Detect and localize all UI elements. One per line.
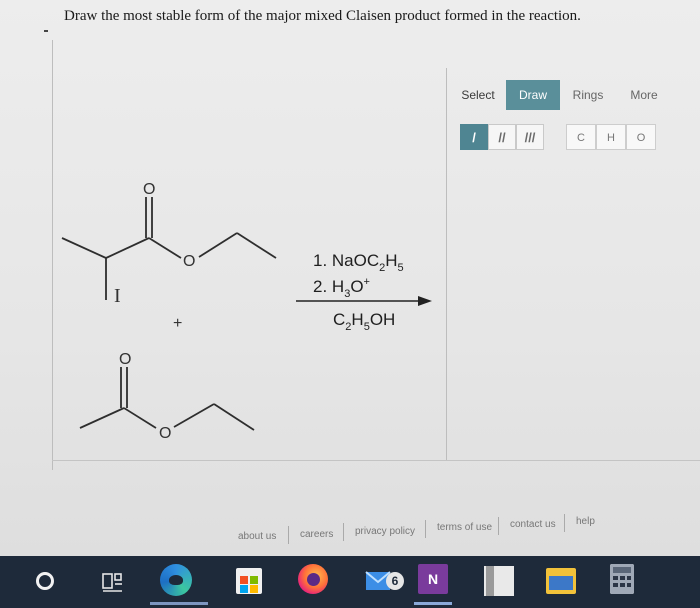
edge-icon[interactable] <box>160 564 192 596</box>
footer-link-privacy-policy[interactable]: privacy policy <box>355 526 415 537</box>
tab-more[interactable]: More <box>616 80 672 110</box>
r2-carbonyl-oxygen: O <box>119 351 131 368</box>
r1-bond-o-ch2 <box>198 232 238 258</box>
tab-rings[interactable]: Rings <box>560 80 616 110</box>
reagent-solvent: C2H5OH <box>333 310 395 333</box>
firefox-icon[interactable] <box>298 564 328 594</box>
r1-ester-oxygen: O <box>183 253 195 270</box>
start-icon[interactable] <box>36 572 54 590</box>
r2-bond-ch2-ch3 <box>213 403 255 431</box>
hydrogen-atom-button[interactable]: H <box>596 124 626 150</box>
tab-draw[interactable]: Draw <box>506 80 560 110</box>
store-icon[interactable] <box>236 568 262 594</box>
task-view-icon[interactable] <box>102 572 124 592</box>
reactant-1-structure <box>61 197 277 300</box>
onenote-icon[interactable]: N <box>418 564 448 594</box>
reactant-2-structure <box>79 367 255 431</box>
reagent-line-2: 2. H3O+ <box>313 276 370 300</box>
r1-bond-carbonyl-o <box>148 237 182 259</box>
windows-taskbar: N <box>0 556 700 608</box>
reagent-line-1: 1. NaOC2H5 <box>313 251 404 274</box>
r1-bond-alpha-carbonyl <box>105 237 150 259</box>
drawing-toolbar-tabs: Select Draw Rings More <box>448 80 700 112</box>
text-cursor-icon: I <box>114 285 121 307</box>
r1-bond-methyl-left <box>61 237 107 259</box>
reaction-arrow <box>296 296 432 306</box>
single-bond-button[interactable]: / <box>460 124 488 150</box>
footer-link-contact-us[interactable]: contact us <box>510 519 556 530</box>
plus-sign: + <box>173 315 182 332</box>
r2-ester-oxygen: O <box>159 425 171 442</box>
r2-bond-carbonyl-o <box>123 407 157 429</box>
carbon-atom-button[interactable]: C <box>566 124 596 150</box>
calculator-icon[interactable] <box>610 564 634 594</box>
files-icon[interactable] <box>484 566 514 596</box>
footer-link-terms-of-use[interactable]: terms of use <box>437 522 492 533</box>
double-bond-button[interactable]: // <box>488 124 516 150</box>
assignment-page: Draw the most stable form of the major m… <box>0 0 700 560</box>
footer-link-help[interactable]: help <box>576 516 595 527</box>
active-app-indicator <box>150 602 208 605</box>
oxygen-atom-button[interactable]: O <box>626 124 656 150</box>
r2-bond-o-ch2 <box>173 403 215 428</box>
tab-select[interactable]: Select <box>450 80 506 110</box>
r2-bond-methyl <box>79 407 125 429</box>
footer-link-careers[interactable]: careers <box>300 529 333 540</box>
triple-bond-button[interactable]: /// <box>516 124 544 150</box>
active-app-indicator <box>414 602 452 605</box>
r1-carbonyl-oxygen: O <box>143 181 155 198</box>
r1-bond-ch2-ch3 <box>236 232 277 259</box>
mail-unread-badge: 6 <box>386 572 404 590</box>
folder-icon[interactable] <box>546 568 576 594</box>
footer-link-about-us[interactable]: about us <box>238 531 276 542</box>
